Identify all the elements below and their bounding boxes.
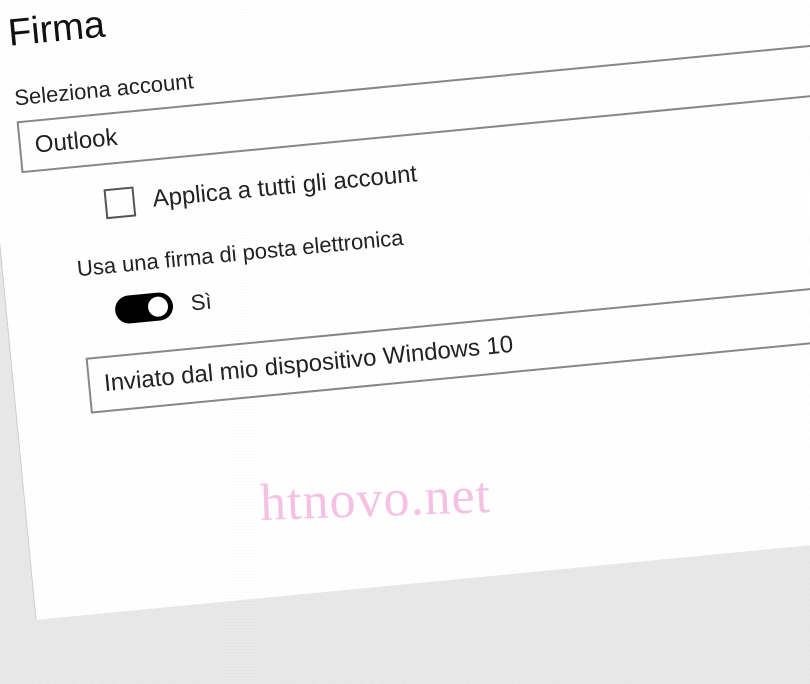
apply-all-checkbox[interactable] [104, 186, 137, 219]
toggle-state-label: Sì [190, 289, 213, 317]
use-signature-toggle[interactable] [114, 291, 174, 324]
toggle-knob-icon [147, 296, 169, 318]
apply-all-label: Applica a tutti gli account [151, 160, 418, 213]
settings-panel: Firma Seleziona account ⌄ Applica a tutt… [0, 0, 810, 620]
